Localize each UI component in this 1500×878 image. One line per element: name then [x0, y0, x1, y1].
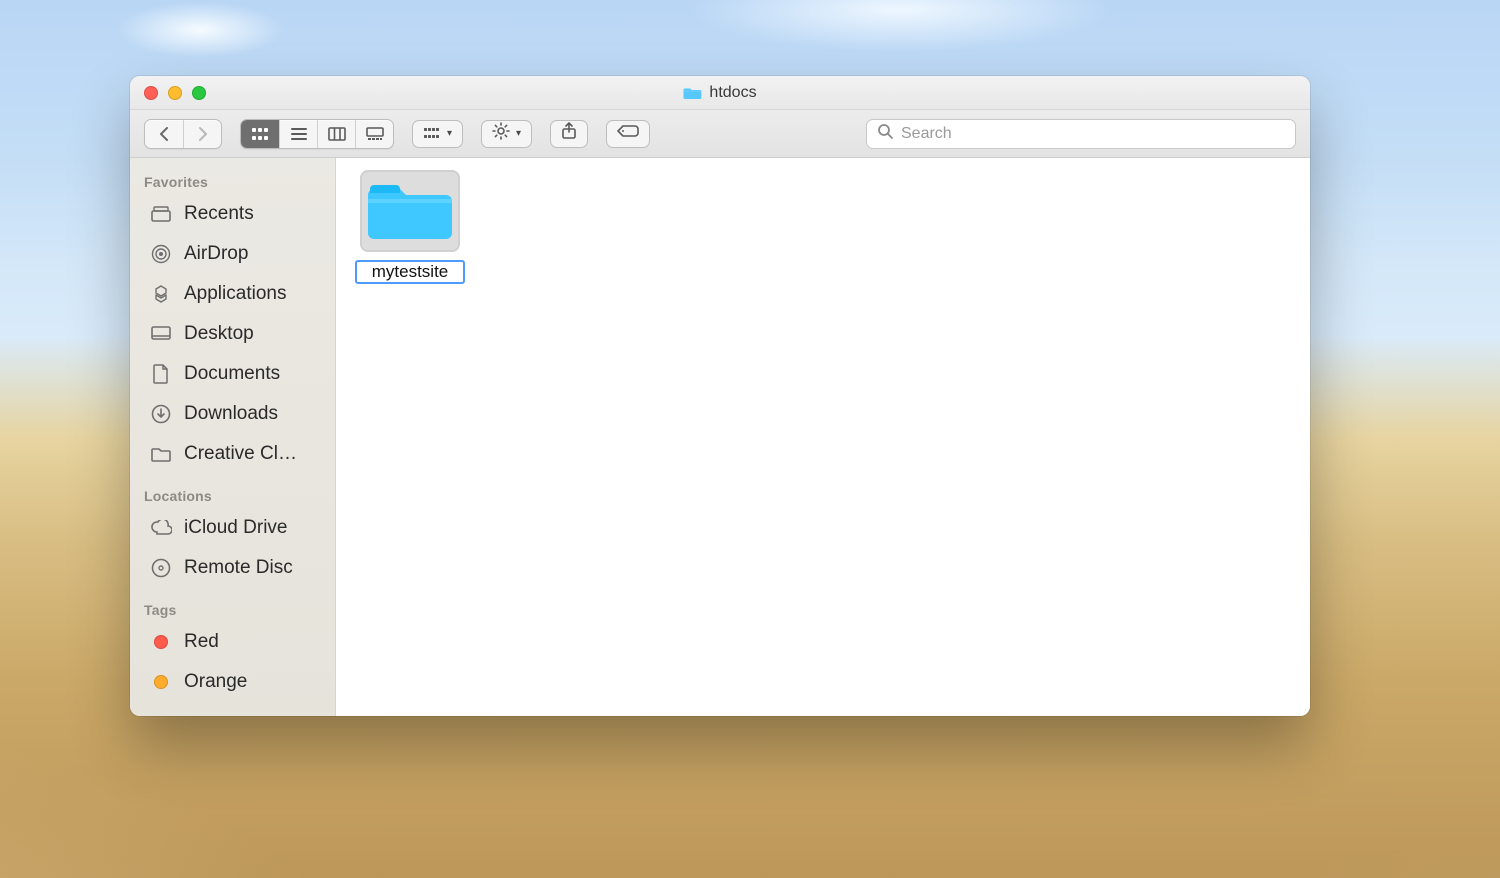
sidebar-item-tag-orange[interactable]: Orange — [130, 662, 335, 702]
chevron-down-icon: ▾ — [447, 128, 452, 139]
downloads-icon — [150, 404, 172, 424]
sidebar-item-icloud-drive[interactable]: iCloud Drive — [130, 508, 335, 548]
sidebar-item-recents[interactable]: Recents — [130, 194, 335, 234]
toolbar: ▾ ▾ — [130, 110, 1310, 158]
nav-back-forward — [144, 119, 222, 149]
airdrop-icon — [150, 244, 172, 264]
folder-icon — [150, 446, 172, 462]
search-icon — [877, 123, 893, 144]
cloud-icon — [150, 520, 172, 536]
file-grid — [354, 170, 1292, 284]
sidebar-item-applications[interactable]: Applications — [130, 274, 335, 314]
sidebar-item-label: Documents — [184, 363, 280, 385]
content-area[interactable] — [336, 158, 1310, 716]
share-icon — [561, 122, 577, 145]
sidebar-item-desktop[interactable]: Desktop — [130, 314, 335, 354]
titlebar: htdocs — [130, 76, 1310, 110]
wallpaper-clouds — [0, 0, 1500, 60]
applications-icon — [150, 284, 172, 304]
minimize-button[interactable] — [168, 86, 182, 100]
tag-dot-orange-icon — [150, 675, 172, 689]
folder-icon[interactable] — [360, 170, 460, 252]
sidebar-item-creative-cloud[interactable]: Creative Cl… — [130, 434, 335, 474]
search-input[interactable] — [901, 125, 1285, 143]
column-view-button[interactable] — [317, 120, 355, 148]
sidebar-item-label: Desktop — [184, 323, 254, 345]
sidebar-item-documents[interactable]: Documents — [130, 354, 335, 394]
share-button[interactable] — [550, 120, 588, 148]
sidebar: Favorites Recents AirDrop — [130, 158, 336, 716]
sidebar-item-label: Orange — [184, 671, 247, 693]
sidebar-item-airdrop[interactable]: AirDrop — [130, 234, 335, 274]
edit-tags-button[interactable] — [606, 120, 650, 148]
window-title-text: htdocs — [709, 84, 756, 102]
desktop-wallpaper: htdocs — [0, 0, 1500, 878]
action-menu-button[interactable]: ▾ — [481, 120, 532, 148]
sidebar-item-label: Applications — [184, 283, 286, 305]
sidebar-heading-favorites: Favorites — [130, 168, 335, 194]
group-by-button[interactable]: ▾ — [412, 120, 463, 148]
sidebar-item-label: Remote Disc — [184, 557, 293, 579]
finder-window: htdocs — [130, 76, 1310, 716]
search-field[interactable] — [866, 119, 1296, 149]
folder-icon — [683, 86, 701, 100]
desktop-icon — [150, 326, 172, 342]
fullscreen-button[interactable] — [192, 86, 206, 100]
sidebar-item-label: Creative Cl… — [184, 443, 297, 465]
documents-icon — [150, 364, 172, 384]
gallery-view-button[interactable] — [355, 120, 393, 148]
tag-icon — [617, 124, 639, 143]
gear-icon — [492, 122, 510, 145]
close-button[interactable] — [144, 86, 158, 100]
sidebar-heading-tags: Tags — [130, 596, 335, 622]
file-item-mytestsite[interactable] — [354, 170, 466, 284]
back-button[interactable] — [145, 120, 183, 148]
sidebar-heading-locations: Locations — [130, 482, 335, 508]
sidebar-item-label: iCloud Drive — [184, 517, 287, 539]
icon-view-button[interactable] — [241, 120, 279, 148]
list-view-button[interactable] — [279, 120, 317, 148]
window-body: Favorites Recents AirDrop — [130, 158, 1310, 716]
sidebar-item-tag-red[interactable]: Red — [130, 622, 335, 662]
window-title: htdocs — [683, 84, 756, 102]
traffic-lights — [144, 86, 206, 100]
chevron-down-icon: ▾ — [516, 128, 521, 139]
disc-icon — [150, 558, 172, 578]
sidebar-item-label: AirDrop — [184, 243, 248, 265]
sidebar-item-label: Recents — [184, 203, 254, 225]
file-name-input[interactable] — [355, 260, 465, 284]
forward-button[interactable] — [183, 120, 221, 148]
tag-dot-red-icon — [150, 635, 172, 649]
recents-icon — [150, 206, 172, 222]
sidebar-item-label: Red — [184, 631, 219, 653]
view-mode-segment — [240, 119, 394, 149]
sidebar-item-remote-disc[interactable]: Remote Disc — [130, 548, 335, 588]
sidebar-item-label: Downloads — [184, 403, 278, 425]
sidebar-item-downloads[interactable]: Downloads — [130, 394, 335, 434]
